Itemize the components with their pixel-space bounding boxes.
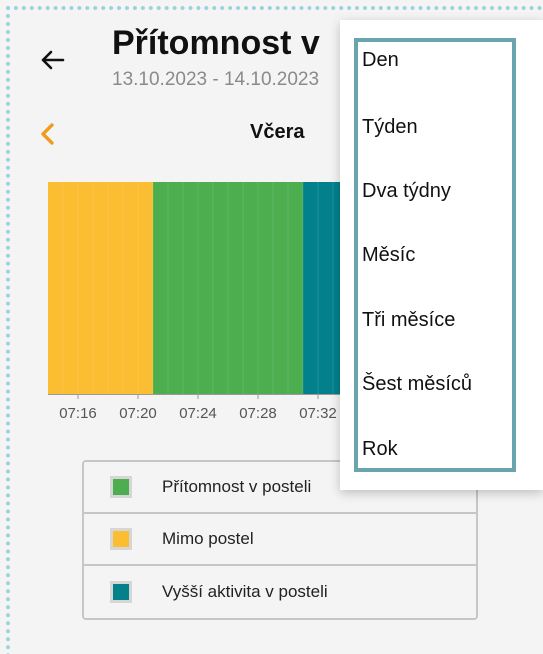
menu-item-sest-mesicu[interactable]: Šest měsíců <box>362 373 472 396</box>
menu-item-tyden[interactable]: Týden <box>362 116 418 139</box>
x-tick-label: 07:32 <box>299 405 337 422</box>
menu-item-den[interactable]: Den <box>362 49 399 72</box>
legend-swatch <box>110 581 132 603</box>
chart-svg: 07:16 07:20 07:24 07:28 07:32 <box>48 182 348 422</box>
legend-label: Přítomnost v posteli <box>162 477 312 496</box>
timeline-segment <box>48 182 153 394</box>
period-label: Včera <box>250 121 305 143</box>
back-button[interactable] <box>36 44 68 76</box>
arrow-left-icon <box>41 50 65 70</box>
x-tick-label: 07:16 <box>59 405 97 422</box>
legend-item: Mimo postel <box>84 514 476 566</box>
x-tick-label: 07:24 <box>179 405 217 422</box>
chevron-left-icon <box>41 123 54 145</box>
menu-item-rok[interactable]: Rok <box>362 438 398 461</box>
legend-swatch <box>110 476 132 498</box>
legend-label: Vyšší aktivita v posteli <box>162 582 328 601</box>
menu-item-tri-mesice[interactable]: Tři měsíce <box>362 309 455 332</box>
menu-item-mesic[interactable]: Měsíc <box>362 244 415 267</box>
period-dropdown-menu: Den Týden Dva týdny Měsíc Tři měsíce Šes… <box>340 20 543 490</box>
page-title: Přítomnost v <box>112 24 320 62</box>
x-tick-label: 07:28 <box>239 405 277 422</box>
legend-swatch <box>110 528 132 550</box>
legend-label: Mimo postel <box>162 529 254 548</box>
menu-item-dva-tydny[interactable]: Dva týdny <box>362 180 451 203</box>
legend-item: Vyšší aktivita v posteli <box>84 566 476 618</box>
previous-period-button[interactable] <box>36 120 60 148</box>
presence-chart: 07:16 07:20 07:24 07:28 07:32 <box>48 180 348 430</box>
date-range: 13.10.2023 - 14.10.2023 <box>112 69 320 90</box>
x-tick-label: 07:20 <box>119 405 157 422</box>
